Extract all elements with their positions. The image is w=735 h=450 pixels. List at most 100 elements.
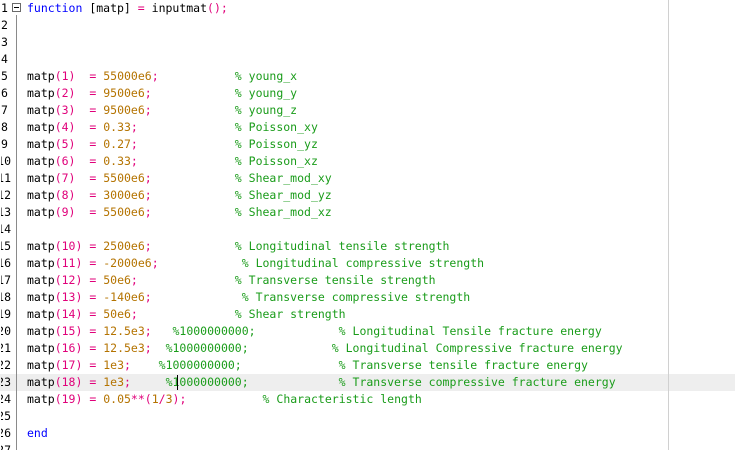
code-token: ; bbox=[144, 290, 152, 304]
code-token: 5500e6 bbox=[103, 171, 145, 185]
code-token: ; bbox=[144, 103, 152, 117]
code-text: function [matp] = inputmat(); bbox=[27, 0, 228, 17]
code-line[interactable]: 26 end bbox=[0, 425, 735, 442]
code-token: 0.05 bbox=[103, 392, 131, 406]
code-token: %1000000000; bbox=[172, 324, 256, 338]
line-number: 21 bbox=[1, 341, 11, 355]
code-line[interactable]: 24 matp(19) = 0.05**(1/3); % Characterist… bbox=[0, 391, 735, 408]
code-line[interactable]: 15 matp(10) = 2500e6; % Longitudinal tens… bbox=[0, 238, 735, 255]
code-text: matp(5) = 0.27; % Poisson_yz bbox=[27, 136, 318, 153]
code-line[interactable]: 25 bbox=[0, 408, 735, 425]
line-number: 24 bbox=[1, 392, 11, 406]
code-token: % Poisson_xz bbox=[234, 154, 318, 168]
fold-guide-line bbox=[16, 15, 17, 450]
line-number: 2 bbox=[1, 18, 8, 32]
code-token: % Longitudinal tensile strength bbox=[234, 239, 450, 253]
code-line[interactable]: 19 matp(14) = 50e6; % Shear strength bbox=[0, 306, 735, 323]
code-line[interactable]: 13 matp(9) = 5500e6; % Shear_mod_xz bbox=[0, 204, 735, 221]
code-line[interactable]: 6 matp(2) = 9500e6; % young_y bbox=[0, 85, 735, 102]
code-token: matp bbox=[27, 69, 55, 83]
code-token: matp bbox=[27, 239, 55, 253]
code-line[interactable]: 12 matp(8) = 3000e6; % Shear_mod_yz bbox=[0, 187, 735, 204]
code-line[interactable]: 23 matp(18) = 1e3; %1000000000; % Transve… bbox=[0, 374, 735, 391]
code-token: ; bbox=[124, 375, 131, 389]
code-editor[interactable]: 1 function [matp] = inputmat(); 2 3 4 5 matp(1… bbox=[0, 0, 735, 450]
line-number: 16 bbox=[1, 256, 11, 270]
code-token: % young_z bbox=[234, 103, 298, 117]
line-number: 10 bbox=[1, 154, 11, 168]
code-token: matp bbox=[27, 137, 55, 151]
code-text: matp(16) = 12.5e3; %1000000000; % Longit… bbox=[27, 340, 623, 357]
code-line[interactable]: 3 bbox=[0, 34, 735, 51]
code-token: % Transverse tensile strength bbox=[234, 273, 436, 287]
code-token: % Shear_mod_yz bbox=[234, 188, 332, 202]
code-text: matp(17) = 1e3; %1000000000; % Transvers… bbox=[27, 357, 588, 374]
code-text: matp(8) = 3000e6; % Shear_mod_yz bbox=[27, 187, 332, 204]
code-token: **( bbox=[130, 392, 152, 406]
code-token: (15) bbox=[54, 324, 83, 338]
code-line[interactable]: 7 matp(3) = 9500e6; % young_z bbox=[0, 102, 735, 119]
code-token: (10) bbox=[54, 239, 83, 253]
fold-collapse-icon[interactable] bbox=[12, 3, 21, 12]
code-token: -140e6 bbox=[103, 290, 145, 304]
code-token: ; bbox=[124, 358, 131, 372]
code-token: 2500e6 bbox=[103, 239, 145, 253]
code-token: 0.33 bbox=[103, 120, 131, 134]
code-token: matp bbox=[27, 273, 55, 287]
code-line[interactable]: 17 matp(12) = 50e6; % Transverse tensile … bbox=[0, 272, 735, 289]
code-line[interactable]: 16 matp(11) = -2000e6; % Longitudinal com… bbox=[0, 255, 735, 272]
code-token: matp bbox=[27, 86, 55, 100]
code-token: (9) bbox=[54, 205, 76, 219]
code-line[interactable]: 2 bbox=[0, 17, 735, 34]
code-line[interactable]: 20 matp(15) = 12.5e3; %1000000000; % Long… bbox=[0, 323, 735, 340]
code-token: ; bbox=[130, 273, 138, 287]
code-token: (12) bbox=[54, 273, 83, 287]
code-token: (4) bbox=[54, 120, 76, 134]
code-token: ; bbox=[151, 69, 159, 83]
code-line[interactable]: 4 bbox=[0, 51, 735, 68]
code-token: (5) bbox=[54, 137, 76, 151]
code-token: ; bbox=[144, 341, 152, 355]
code-line[interactable]: 22 matp(17) = 1e3; %1000000000; % Transve… bbox=[0, 357, 735, 374]
code-text: matp(12) = 50e6; % Transverse tensile st… bbox=[27, 272, 436, 289]
line-number: 11 bbox=[1, 171, 11, 185]
code-line[interactable]: 27 bbox=[0, 442, 735, 450]
line-number: 27 bbox=[1, 443, 11, 450]
code-token: = bbox=[137, 1, 145, 15]
code-line[interactable]: 11 matp(7) = 5500e6; % Shear_mod_xy bbox=[0, 170, 735, 187]
code-lines[interactable]: 1 function [matp] = inputmat(); 2 3 4 5 matp(1… bbox=[0, 0, 735, 450]
code-text: matp(13) = -140e6; % Transverse compress… bbox=[27, 289, 470, 306]
code-token: 55000e6 bbox=[103, 69, 152, 83]
code-token: (14) bbox=[54, 307, 83, 321]
code-text: matp(7) = 5500e6; % Shear_mod_xy bbox=[27, 170, 332, 187]
code-line[interactable]: 5 matp(1) = 55000e6; % young_x bbox=[0, 68, 735, 85]
code-text: matp(15) = 12.5e3; %1000000000; % Longit… bbox=[27, 323, 602, 340]
code-token: 9500e6 bbox=[103, 86, 145, 100]
code-token: (7) bbox=[54, 171, 76, 185]
code-token: (18) bbox=[54, 375, 83, 389]
code-token: matp bbox=[27, 392, 55, 406]
code-token: matp bbox=[27, 103, 55, 117]
line-number: 15 bbox=[1, 239, 11, 253]
code-line[interactable]: 21 matp(16) = 12.5e3; %1000000000; % Long… bbox=[0, 340, 735, 357]
code-text: matp(3) = 9500e6; % young_z bbox=[27, 102, 297, 119]
code-line[interactable]: 9 matp(5) = 0.27; % Poisson_yz bbox=[0, 136, 735, 153]
code-token: ; bbox=[130, 307, 138, 321]
code-line[interactable]: 1 function [matp] = inputmat(); bbox=[0, 0, 735, 17]
code-line[interactable]: 14 bbox=[0, 221, 735, 238]
code-line[interactable]: 18 matp(13) = -140e6; % Transverse compre… bbox=[0, 289, 735, 306]
code-line[interactable]: 8 matp(4) = 0.33; % Poisson_xy bbox=[0, 119, 735, 136]
code-line[interactable]: 10 matp(6) = 0.33; % Poisson_xz bbox=[0, 153, 735, 170]
